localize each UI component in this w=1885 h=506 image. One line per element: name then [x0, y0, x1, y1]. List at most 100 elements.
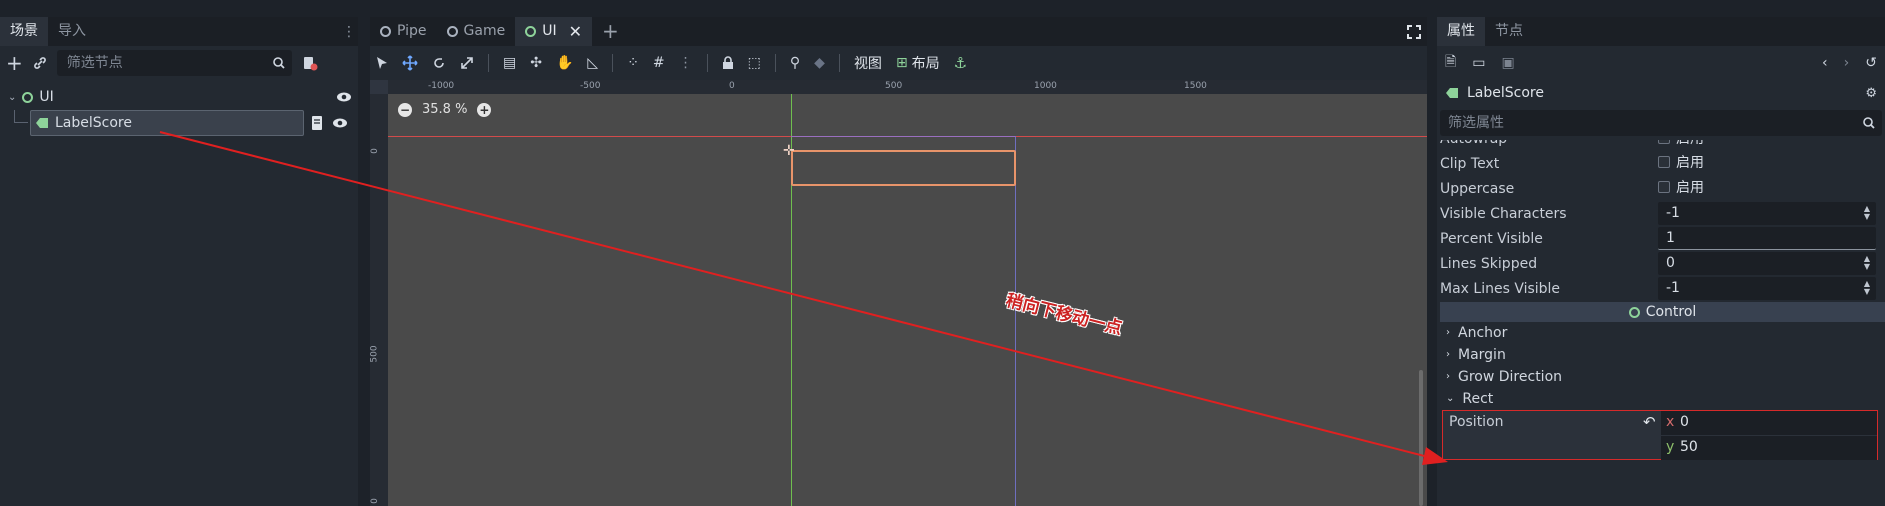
property-row-uppercase[interactable]: Uppercase 启用 — [1437, 177, 1885, 202]
more-options-icon[interactable]: ⋮ — [679, 55, 693, 71]
tree-row-labelscore[interactable]: LabelScore — [0, 110, 358, 136]
scale-tool-icon[interactable] — [460, 56, 474, 70]
slider-field[interactable]: 1 — [1658, 227, 1876, 250]
scene-dock-tabs: 场景 导入 ⋮ — [0, 17, 358, 46]
position-label: Position — [1449, 414, 1504, 430]
spin-arrows-icon[interactable]: ▲ ▼ — [1864, 280, 1870, 296]
object-tools-icon[interactable]: ⚙ — [1865, 86, 1877, 101]
select-tool-icon[interactable] — [376, 56, 388, 70]
selected-label-rect[interactable] — [791, 150, 1016, 186]
zoom-level[interactable]: 35.8 % — [422, 102, 467, 117]
view-menu-button[interactable]: 视图 — [854, 53, 882, 73]
new-resource-icon[interactable]: 🗎 — [1445, 51, 1456, 75]
list-select-icon[interactable]: ▤ — [503, 55, 516, 71]
section-grow-direction[interactable]: › Grow Direction — [1437, 366, 1885, 388]
anchor-icon[interactable]: ⚓ — [954, 54, 967, 72]
section-margin[interactable]: › Margin — [1437, 344, 1885, 366]
checkbox[interactable] — [1658, 181, 1670, 193]
property-name: Autowrap — [1440, 140, 1507, 152]
filter-nodes-input[interactable]: 筛选节点 — [56, 50, 292, 76]
move-tool-icon[interactable] — [402, 55, 418, 71]
pan-hand-icon[interactable]: ✋ — [556, 55, 573, 71]
add-tab-icon[interactable]: + — [592, 17, 629, 46]
checkbox[interactable] — [1658, 156, 1670, 168]
chevron-down-icon[interactable]: ⌄ — [8, 92, 16, 103]
zoom-in-button[interactable]: + — [477, 102, 492, 117]
history-forward-icon[interactable]: › — [1844, 55, 1850, 71]
smart-snap-icon[interactable]: ⁘ — [627, 55, 639, 71]
layout-menu-button[interactable]: ⊞ 布局 — [896, 53, 940, 73]
link-icon[interactable] — [33, 56, 47, 70]
rotate-tool-icon[interactable] — [432, 56, 446, 70]
bone-icon[interactable]: ⚲ — [790, 55, 800, 71]
history-icon[interactable]: ↺ — [1865, 55, 1877, 71]
pivot-cross-icon[interactable]: ✛ — [783, 143, 795, 159]
chevron-right-icon: › — [1446, 327, 1450, 338]
section-rect[interactable]: ⌄ Rect — [1437, 388, 1885, 410]
property-list: Autowrap 启用 Clip Text 启用 Uppercase 启用 Vi… — [1437, 140, 1885, 470]
grid-snap-icon[interactable]: # — [653, 55, 665, 71]
toolbar-separator — [488, 54, 489, 72]
canvas-viewport[interactable]: -1000 -500 0 500 1000 1500 0 500 0 − 35.… — [370, 80, 1427, 506]
property-name: Lines Skipped — [1440, 256, 1538, 272]
inspector-dock: 属性 节点 🗎 ▭ ▣ ‹ › ↺ LabelScore ⚙ 筛选属性 Auto… — [1437, 17, 1885, 506]
save-icon[interactable]: ▣ — [1502, 55, 1515, 71]
tab-ui[interactable]: UI ✕ — [515, 17, 593, 46]
tab-pipe[interactable]: Pipe — [370, 17, 437, 46]
script-icon[interactable] — [310, 115, 324, 131]
spin-arrows-icon[interactable]: ▲ ▼ — [1864, 255, 1870, 271]
group-icon[interactable]: ⬚ — [748, 55, 761, 71]
property-name: Uppercase — [1440, 181, 1515, 197]
property-row-percent-visible[interactable]: Percent Visible 1 — [1437, 227, 1885, 252]
section-anchor[interactable]: › Anchor — [1437, 322, 1885, 344]
selected-node-labelscore[interactable]: LabelScore — [30, 110, 304, 136]
tree-row-ui[interactable]: ⌄ UI — [0, 84, 358, 110]
vertical-scrollbar[interactable] — [1419, 370, 1423, 506]
property-row-lines-skipped[interactable]: Lines Skipped 0 ▲ ▼ — [1437, 252, 1885, 277]
spin-arrows-icon[interactable]: ▲ ▼ — [1864, 205, 1870, 221]
scene-tabs: Pipe Game UI ✕ + — [370, 17, 1427, 46]
checkbox-label: 启用 — [1676, 180, 1704, 196]
zoom-out-button[interactable]: − — [398, 102, 412, 117]
lock-icon[interactable] — [722, 56, 734, 70]
tab-pipe-label: Pipe — [397, 23, 427, 39]
dock-menu-icon[interactable]: ⋮ — [342, 25, 356, 39]
visibility-eye-icon[interactable] — [332, 116, 348, 130]
tab-node[interactable]: 节点 — [1485, 17, 1533, 46]
number-spinbox[interactable]: 0 ▲ ▼ — [1658, 252, 1876, 275]
camera-icon[interactable]: ◆ — [814, 55, 825, 71]
tree-guide-line — [14, 122, 28, 123]
revert-icon[interactable]: ↶ — [1643, 413, 1656, 431]
property-row-clip-text[interactable]: Clip Text 启用 — [1437, 152, 1885, 177]
ruler-tool-icon[interactable]: ◺ — [587, 55, 598, 71]
pivot-icon[interactable]: ✣ — [530, 55, 542, 71]
add-node-icon[interactable]: + — [6, 51, 23, 75]
tab-import[interactable]: 导入 — [48, 17, 96, 46]
open-folder-icon[interactable]: ▭ — [1472, 55, 1485, 71]
viewport-bounds — [791, 136, 1016, 506]
property-row-autowrap[interactable]: Autowrap 启用 — [1437, 140, 1885, 152]
position-x-field[interactable]: x 0 — [1661, 411, 1877, 435]
object-selector[interactable]: LabelScore ⚙ — [1437, 80, 1885, 106]
script-remove-icon[interactable] — [302, 55, 318, 71]
menu-bar — [0, 0, 1885, 6]
visibility-eye-icon[interactable] — [336, 90, 352, 104]
property-row-max-lines-visible[interactable]: Max Lines Visible -1 ▲ ▼ — [1437, 277, 1885, 302]
filter-properties-input[interactable]: 筛选属性 — [1440, 110, 1882, 136]
close-icon[interactable]: ✕ — [569, 17, 582, 46]
fullscreen-icon[interactable] — [1407, 24, 1421, 39]
position-y-field[interactable]: y 50 — [1661, 436, 1877, 460]
property-value[interactable]: 启用 — [1658, 177, 1876, 200]
checkbox[interactable] — [1658, 140, 1670, 144]
property-value[interactable]: 启用 — [1658, 140, 1876, 151]
property-value[interactable]: 启用 — [1658, 152, 1876, 175]
tab-inspector[interactable]: 属性 — [1437, 17, 1485, 46]
number-spinbox[interactable]: -1 ▲ ▼ — [1658, 202, 1876, 225]
history-back-icon[interactable]: ‹ — [1822, 55, 1828, 71]
filter-properties-placeholder: 筛选属性 — [1448, 115, 1504, 131]
tab-scene[interactable]: 场景 — [0, 17, 48, 46]
tab-game[interactable]: Game — [437, 17, 516, 46]
property-name: Visible Characters — [1440, 206, 1567, 222]
property-row-visible-characters[interactable]: Visible Characters -1 ▲ ▼ — [1437, 202, 1885, 227]
number-spinbox[interactable]: -1 ▲ ▼ — [1658, 277, 1876, 300]
